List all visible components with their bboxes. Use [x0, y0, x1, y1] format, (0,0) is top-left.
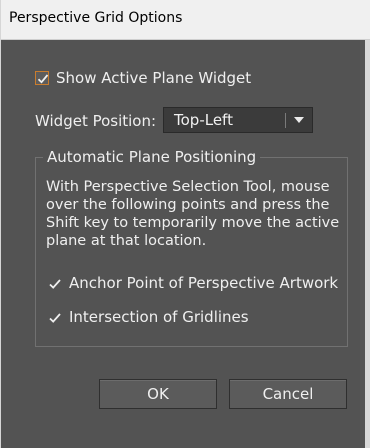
widget-position-value: Top-Left [174, 111, 233, 129]
auto-positioning-description: With Perspective Selection Tool, mouse o… [46, 179, 340, 249]
anchor-point-checkbox[interactable] [48, 277, 62, 291]
anchor-point-label[interactable]: Anchor Point of Perspective Artwork [69, 274, 338, 292]
perspective-grid-options-dialog: Perspective Grid Options Show Active Pla… [0, 0, 370, 448]
widget-position-dropdown[interactable]: Top-Left [163, 107, 313, 133]
dropdown-separator [285, 113, 286, 128]
auto-positioning-legend: Automatic Plane Positioning [43, 148, 261, 166]
widget-position-label: Widget Position: [35, 112, 157, 130]
chevron-down-icon [294, 117, 304, 123]
cancel-button[interactable]: Cancel [229, 379, 347, 409]
ok-button[interactable]: OK [99, 379, 217, 409]
title-bar[interactable]: Perspective Grid Options [1, 0, 370, 40]
intersection-label[interactable]: Intersection of Gridlines [69, 308, 249, 326]
window-edge [365, 40, 370, 448]
show-widget-label[interactable]: Show Active Plane Widget [56, 69, 251, 87]
show-widget-checkbox[interactable] [35, 71, 49, 85]
intersection-checkbox[interactable] [48, 311, 62, 325]
window-title: Perspective Grid Options [9, 10, 183, 26]
checkmark-icon [37, 74, 49, 84]
